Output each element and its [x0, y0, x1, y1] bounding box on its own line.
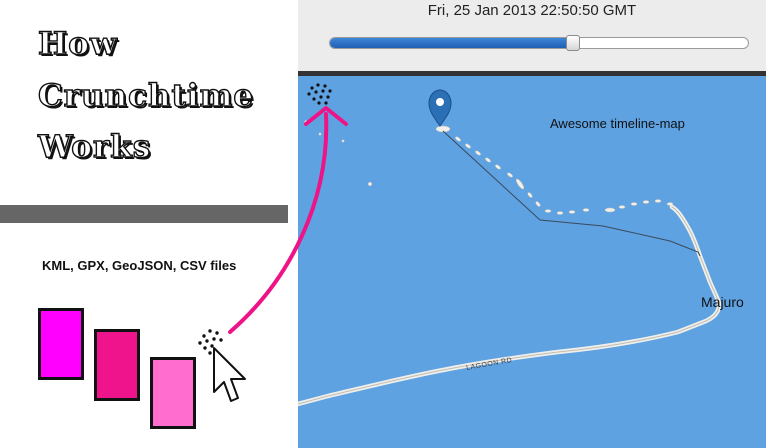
timeline-timestamp: Fri, 25 Jan 2013 22:50:50 GMT — [427, 2, 637, 19]
timeline-slider-fill — [330, 38, 573, 48]
file-icon-light-pink — [150, 357, 196, 429]
timeline-slider-thumb[interactable] — [565, 35, 580, 51]
gps-track — [442, 130, 701, 257]
title-line-2: Crunchtime — [37, 77, 255, 114]
title-line-1: How — [37, 25, 118, 62]
file-formats-label: KML, GPX, GeoJSON, CSV files — [42, 258, 237, 273]
city-label-majuro: Majuro — [701, 294, 744, 310]
file-icon-magenta — [38, 308, 84, 380]
timeline-header: Fri, 25 Jan 2013 22:50:50 GMT — [298, 0, 766, 72]
map-title: Awesome timeline-map — [550, 116, 685, 131]
map-marker[interactable] — [428, 89, 452, 127]
track-point-cluster — [307, 83, 332, 105]
title-line-3: Works — [37, 128, 152, 165]
map-view[interactable]: Awesome timeline-map Majuro LAGOON RD — [298, 76, 766, 448]
file-icon-pink — [94, 329, 140, 401]
lagoon-road — [298, 206, 720, 405]
explainer-panel: How Crunchtime Works KML, GPX, GeoJSON, … — [0, 0, 298, 448]
majuro-island — [298, 204, 722, 407]
atoll-islets — [304, 120, 674, 215]
section-divider — [0, 205, 288, 223]
map-canvas — [298, 83, 722, 407]
timeline-slider[interactable] — [329, 37, 749, 49]
